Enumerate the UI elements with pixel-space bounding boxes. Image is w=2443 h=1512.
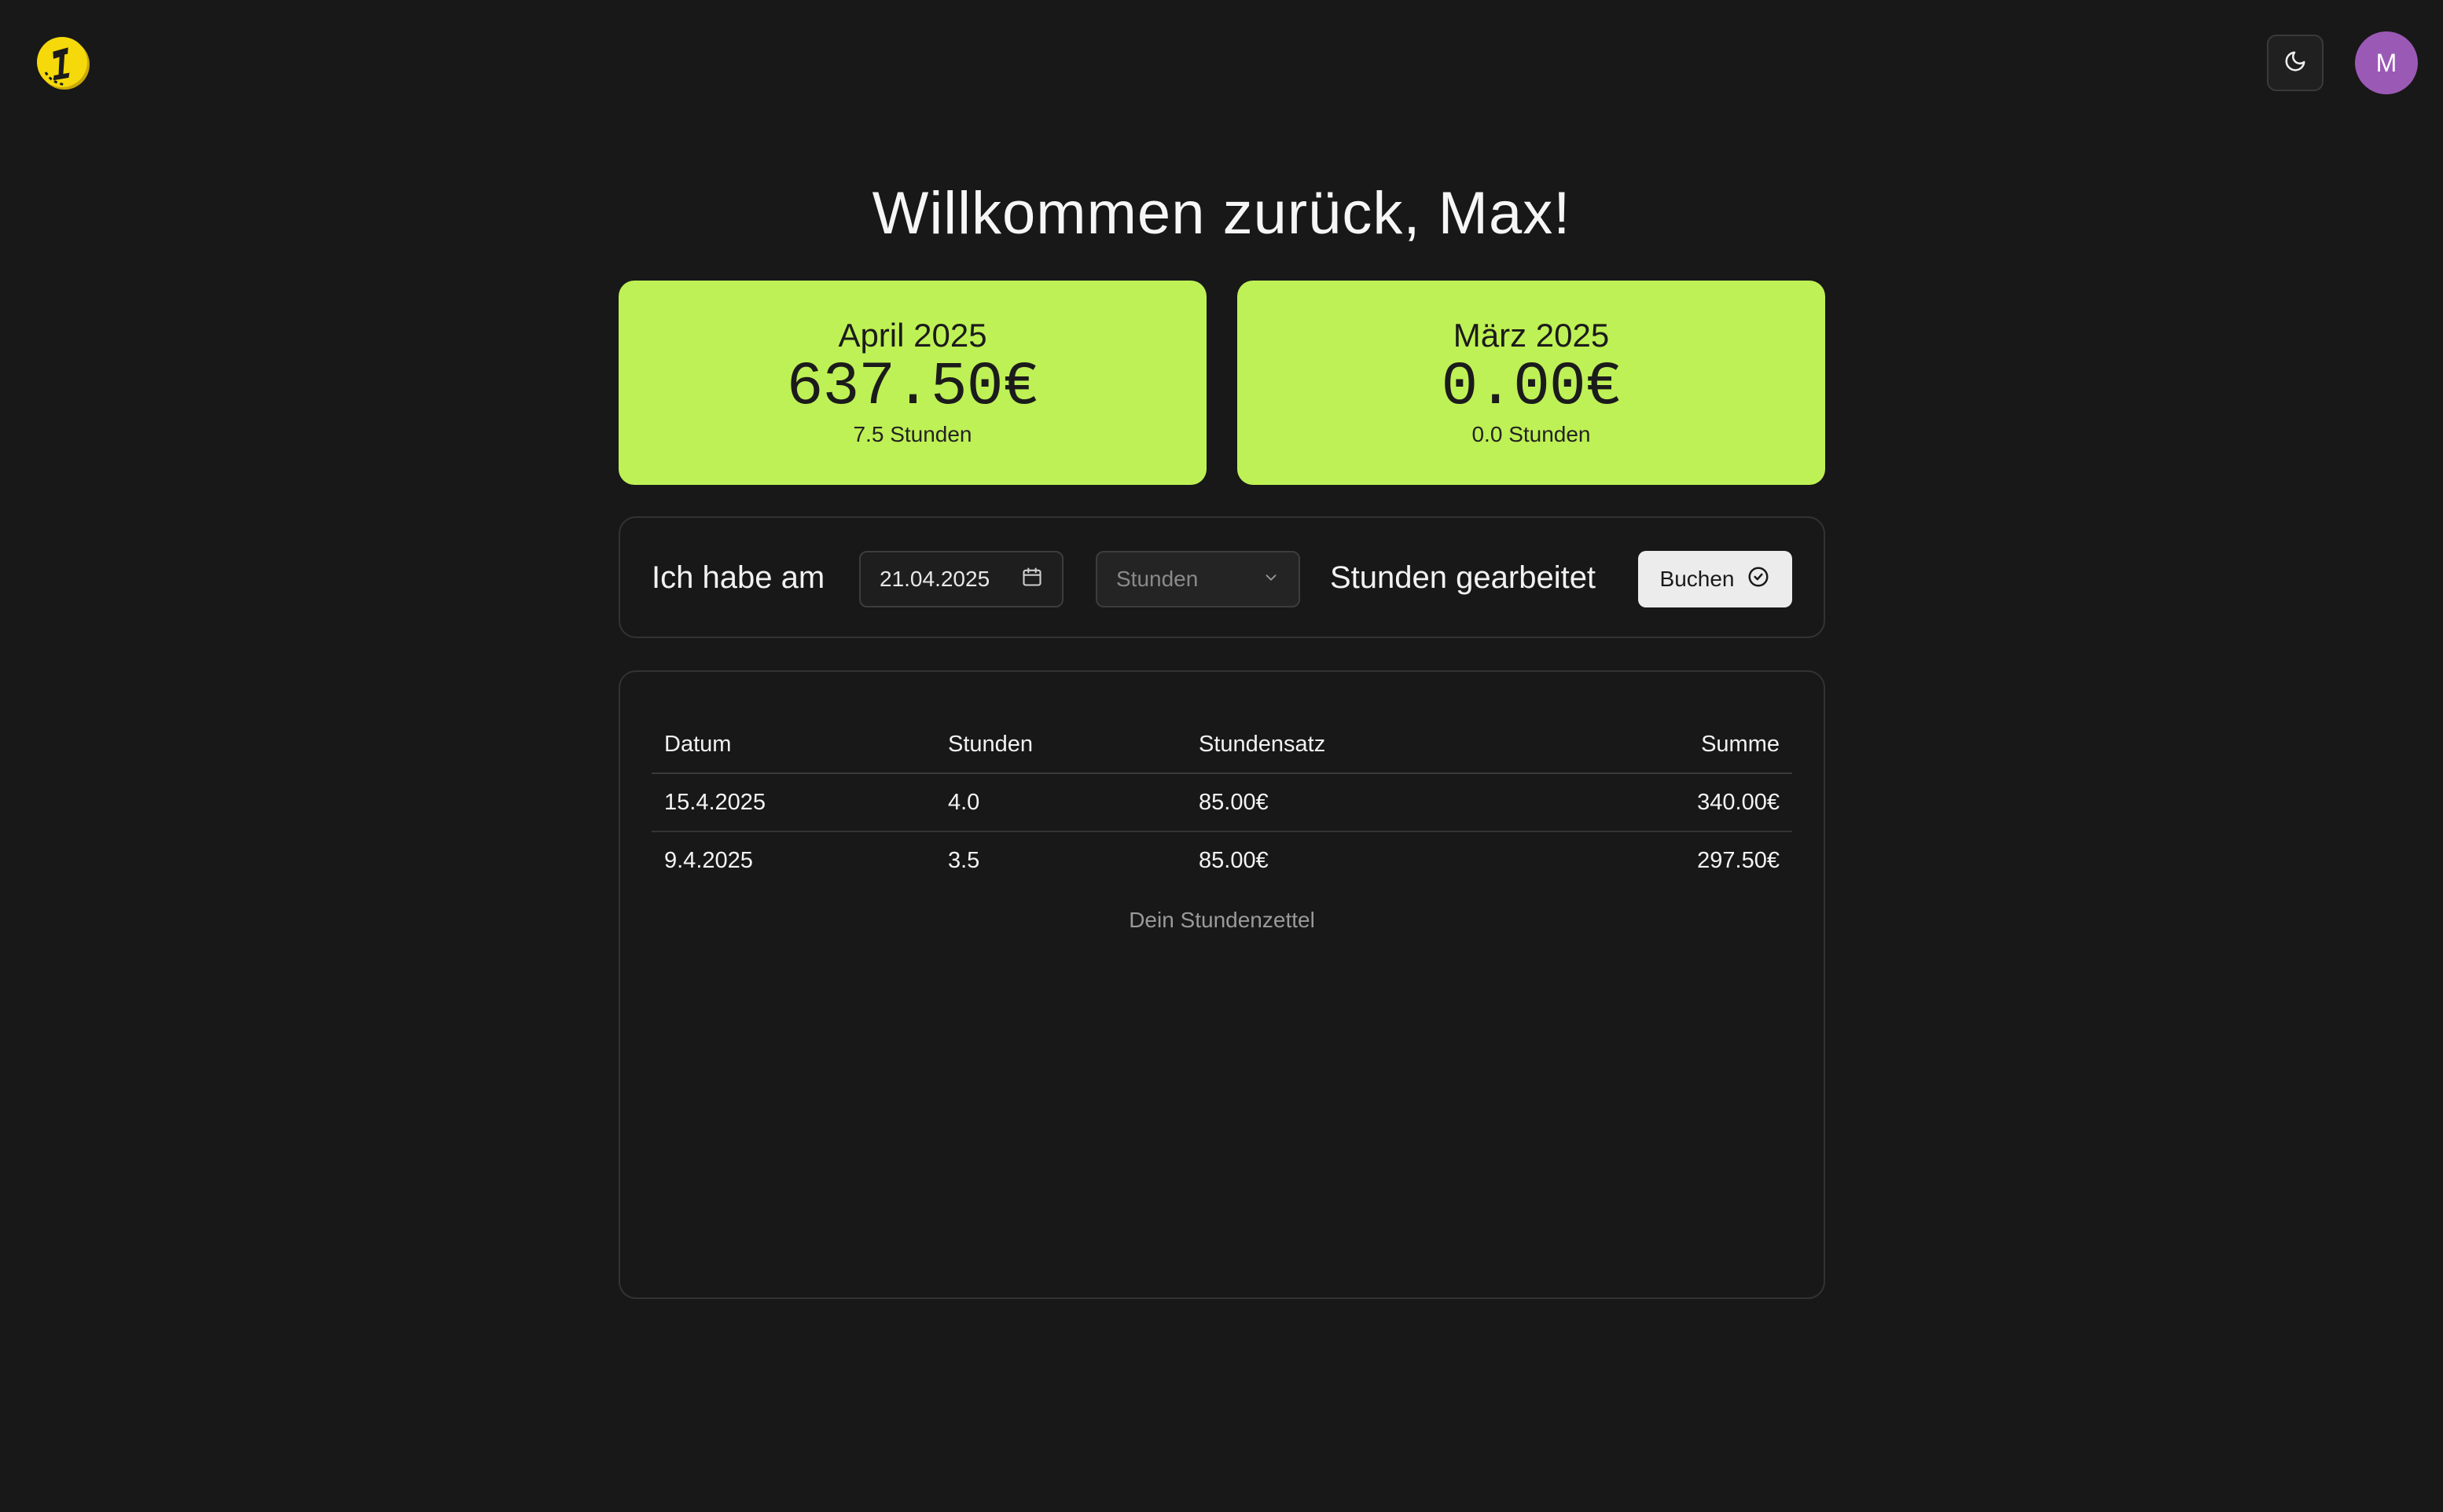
book-button[interactable]: Buchen — [1638, 551, 1792, 607]
table-caption: Dein Stundenzettel — [1129, 908, 1315, 932]
table-header: Datum Stunden Stundensatz Summe — [652, 716, 1792, 774]
timesheet-table: Datum Stunden Stundensatz Summe 15.4.202… — [619, 670, 1825, 1299]
hours-placeholder: Stunden — [1116, 567, 1199, 591]
cell-sum: 340.00€ — [1697, 790, 1780, 815]
entry-prefix-label: Ich habe am — [652, 560, 825, 595]
entry-suffix-label: Stunden gearbeitet — [1330, 560, 1596, 595]
date-input[interactable]: 21.04.2025 — [859, 551, 1064, 607]
table-row[interactable]: 15.4.2025 4.0 85.00€ 340.00€ — [652, 774, 1792, 832]
column-header-rate[interactable]: Stundensatz — [1199, 716, 1325, 773]
user-avatar[interactable]: M — [2355, 31, 2418, 94]
check-circle-icon — [1747, 565, 1770, 594]
cell-hours: 4.0 — [948, 790, 980, 815]
theme-toggle-button[interactable] — [2267, 35, 2324, 91]
column-header-hours[interactable]: Stunden — [948, 716, 1033, 773]
table-row[interactable]: 9.4.2025 3.5 85.00€ 297.50€ — [652, 832, 1792, 890]
app-page: M Willkommen zurück, Max! April 2025 637… — [0, 0, 2443, 1512]
cell-sum: 297.50€ — [1697, 848, 1780, 873]
summary-card-current-month: April 2025 637.50€ 7.5 Stunden — [619, 281, 1207, 485]
summary-amount: 0.00€ — [1441, 353, 1622, 422]
book-button-label: Buchen — [1659, 567, 1735, 591]
chevron-down-icon — [1262, 567, 1280, 592]
summary-amount: 637.50€ — [786, 353, 1040, 422]
welcome-heading: Willkommen zurück, Max! — [872, 180, 1571, 247]
cell-rate: 85.00€ — [1199, 790, 1269, 815]
calendar-icon[interactable] — [1021, 566, 1043, 593]
moon-icon — [2283, 50, 2307, 77]
summary-month: März 2025 — [1453, 317, 1610, 354]
cell-date: 9.4.2025 — [664, 848, 753, 873]
time-entry-form: Ich habe am 21.04.2025 Stunden Stunden g… — [619, 516, 1825, 638]
column-header-sum[interactable]: Summe — [1701, 716, 1780, 773]
cell-hours: 3.5 — [948, 848, 980, 873]
cell-date: 15.4.2025 — [664, 790, 766, 815]
cell-rate: 85.00€ — [1199, 848, 1269, 873]
avatar-initial: M — [2375, 48, 2397, 77]
column-header-date[interactable]: Datum — [664, 716, 731, 773]
summary-hours: 0.0 Stunden — [1471, 422, 1591, 446]
date-value: 21.04.2025 — [880, 567, 990, 591]
summary-month: April 2025 — [838, 317, 987, 354]
summary-hours: 7.5 Stunden — [853, 422, 972, 446]
summary-card-previous-month: März 2025 0.00€ 0.0 Stunden — [1237, 281, 1825, 485]
coin-logo-icon[interactable] — [35, 35, 91, 91]
hours-select[interactable]: Stunden — [1096, 551, 1300, 607]
